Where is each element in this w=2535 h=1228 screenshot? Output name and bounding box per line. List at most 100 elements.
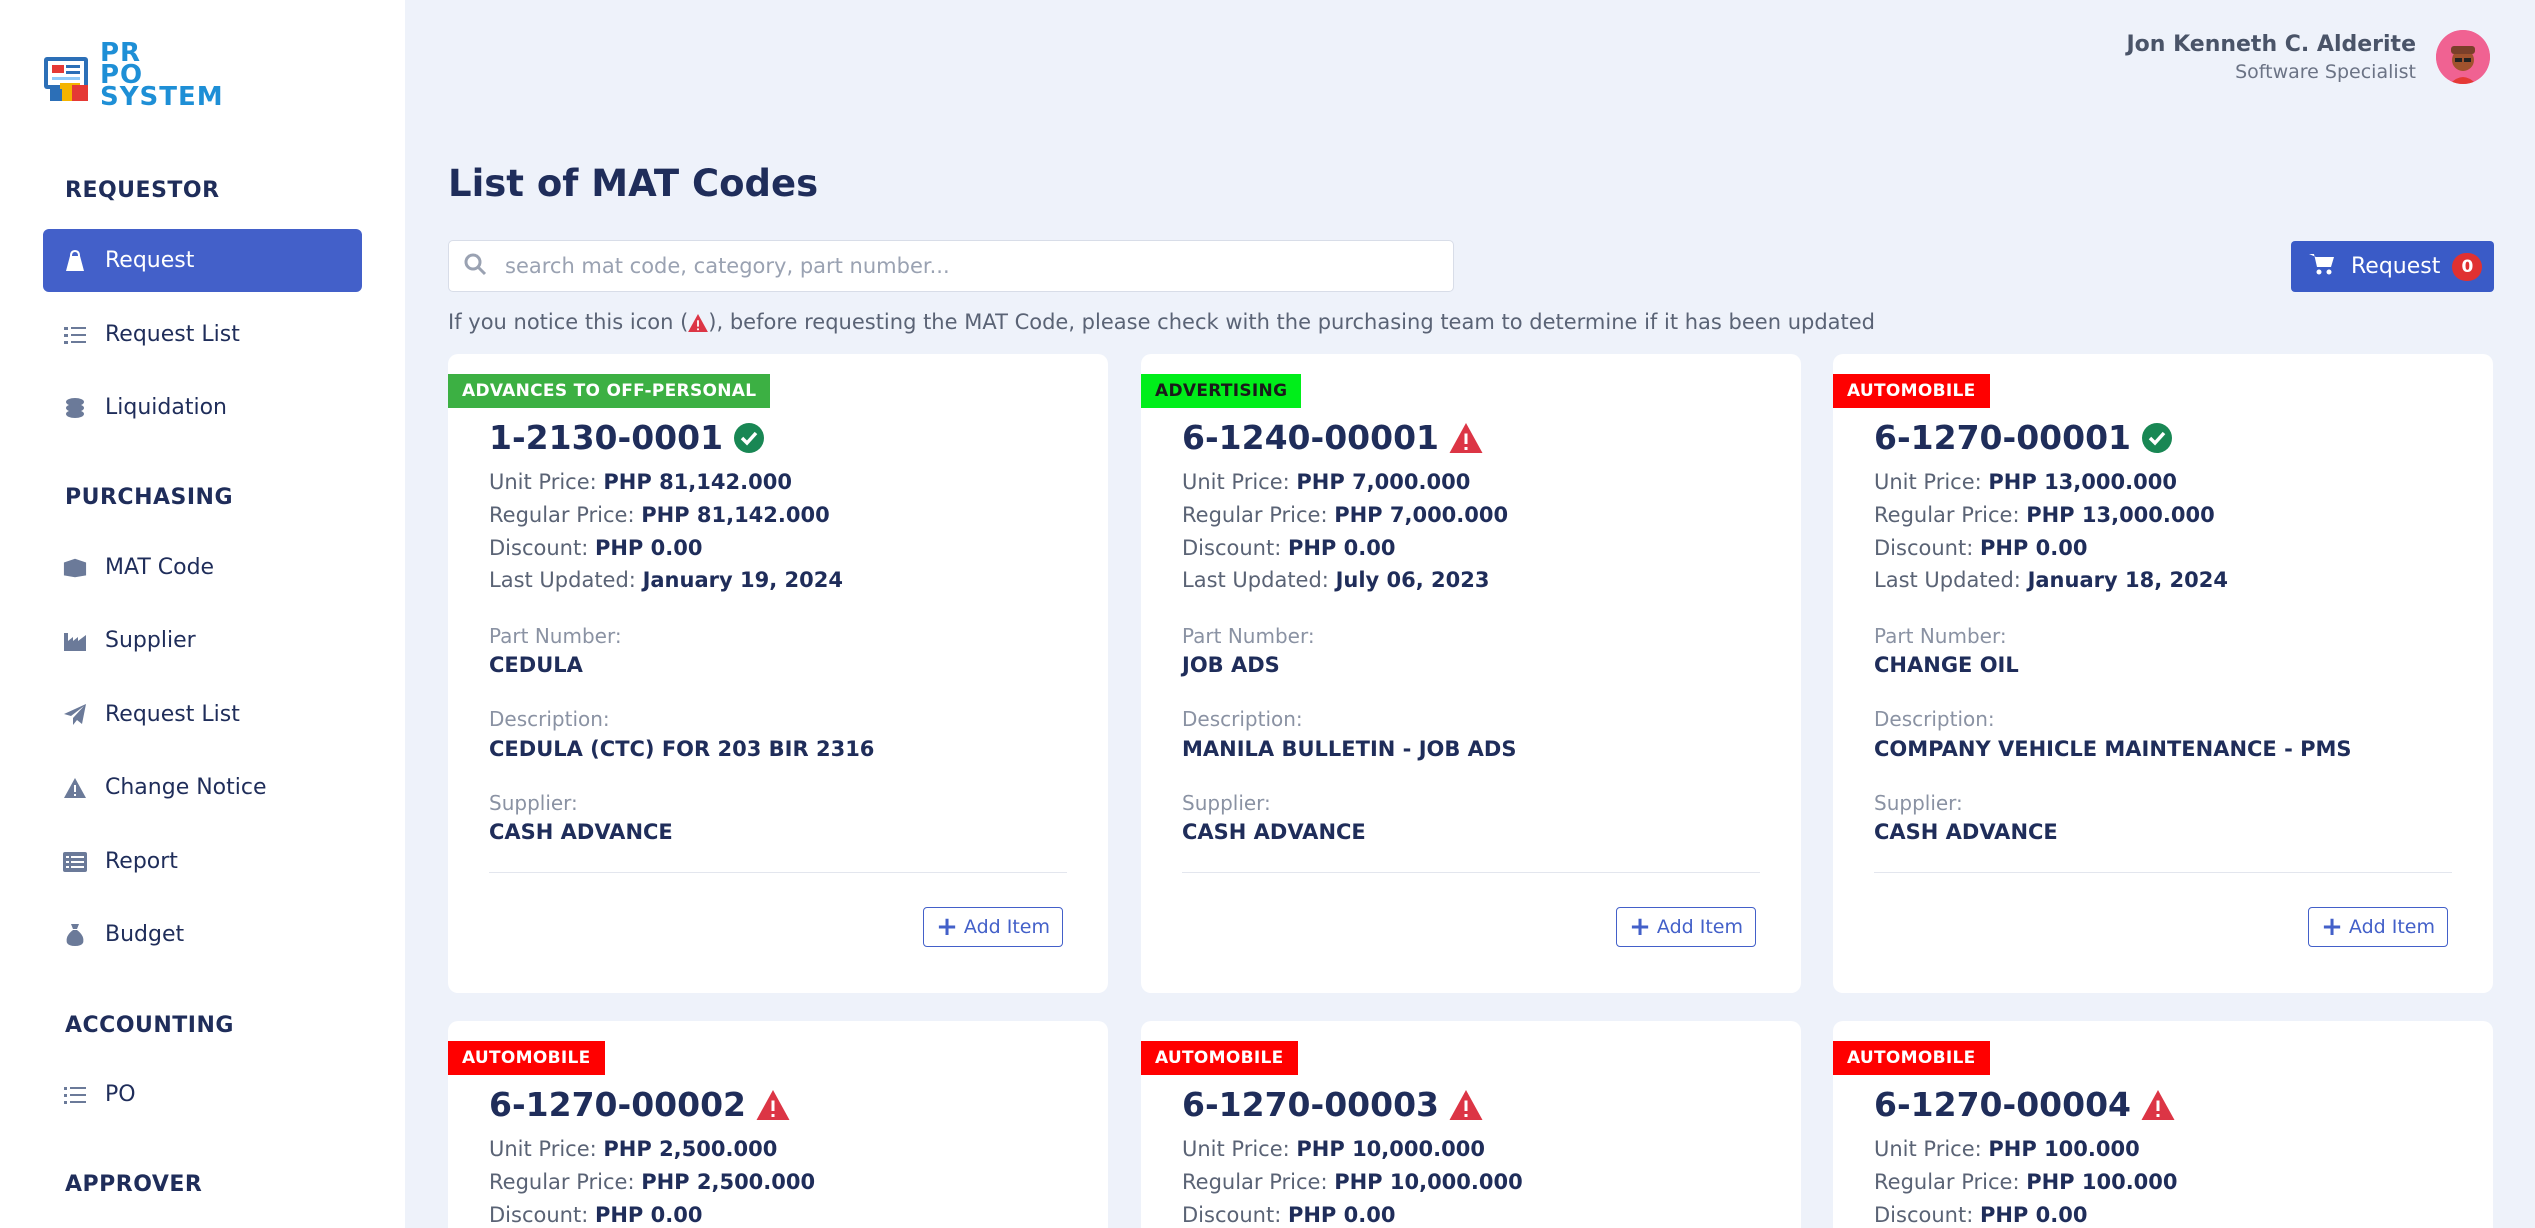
discount: Discount: PHP 0.00 bbox=[1182, 536, 1396, 560]
unit-price: Unit Price: PHP 81,142.000 bbox=[489, 470, 792, 494]
supplier-value: CASH ADVANCE bbox=[489, 820, 673, 844]
sidebar-item-label: Liquidation bbox=[105, 395, 227, 420]
add-item-button[interactable]: + Add Item bbox=[1616, 907, 1756, 947]
description-label: Description: bbox=[1874, 707, 1995, 731]
sidebar-item-report[interactable]: Report bbox=[43, 830, 362, 893]
unit-price: Unit Price: PHP 100.000 bbox=[1874, 1137, 2140, 1161]
unit-price: Unit Price: PHP 2,500.000 bbox=[489, 1137, 778, 1161]
discount: Discount: PHP 0.00 bbox=[1874, 536, 2088, 560]
sidebar-item-label: Change Notice bbox=[105, 775, 267, 800]
section-title-accounting: ACCOUNTING bbox=[65, 1013, 234, 1038]
mat-code-card: ADVANCES TO OFF-PERSONAL 1-2130-0001 Unit … bbox=[448, 354, 1108, 993]
sidebar-item-change-notice[interactable]: Change Notice bbox=[43, 756, 362, 819]
part-number-label: Part Number: bbox=[489, 624, 622, 648]
card-divider bbox=[1182, 872, 1760, 873]
money-bag-icon bbox=[63, 923, 87, 947]
plus-icon: + bbox=[936, 912, 958, 942]
sidebar-item-label: Supplier bbox=[105, 628, 196, 653]
supplier-value: CASH ADVANCE bbox=[1182, 820, 1366, 844]
paper-plane-icon bbox=[63, 703, 87, 727]
sidebar-item-label: Report bbox=[105, 849, 178, 874]
discount: Discount: PHP 0.00 bbox=[489, 536, 703, 560]
list-alt-icon bbox=[63, 850, 87, 874]
card-divider bbox=[489, 872, 1067, 873]
description-value: MANILA BULLETIN - JOB ADS bbox=[1182, 737, 1517, 761]
avatar[interactable] bbox=[2436, 30, 2490, 84]
last-updated: Last Updated: January 19, 2024 bbox=[489, 568, 843, 592]
sidebar-item-request-list[interactable]: Request List bbox=[43, 303, 362, 366]
app-logo[interactable]: PR PO SYSTEM bbox=[42, 40, 224, 110]
box-icon bbox=[63, 556, 87, 580]
sidebar: PR PO SYSTEM REQUESTOR Request Request L… bbox=[0, 0, 405, 1228]
coins-icon bbox=[63, 396, 87, 420]
discount: Discount: PHP 0.00 bbox=[489, 1203, 703, 1227]
factory-icon bbox=[63, 629, 87, 653]
bag-icon bbox=[63, 249, 87, 273]
sidebar-item-label: Request List bbox=[105, 322, 240, 347]
mat-code-card: ADVERTISING 6-1240-00001 Unit Price: PHP 7… bbox=[1141, 354, 1801, 993]
sidebar-item-label: PO bbox=[105, 1082, 136, 1107]
description-value: CEDULA (CTC) FOR 203 BIR 2316 bbox=[489, 737, 875, 761]
notice-before: If you notice this icon ( bbox=[448, 310, 689, 334]
list-icon bbox=[63, 1083, 87, 1107]
discount: Discount: PHP 0.00 bbox=[1874, 1203, 2088, 1227]
user-profile[interactable]: Jon Kenneth C. Alderite Software Special… bbox=[2126, 30, 2490, 84]
last-updated: Last Updated: July 06, 2023 bbox=[1182, 568, 1490, 592]
warning-icon bbox=[63, 776, 87, 800]
category-tag: AUTOMOBILE bbox=[1141, 1041, 1298, 1075]
category-tag: AUTOMOBILE bbox=[1833, 374, 1990, 408]
mat-code: 1-2130-0001 bbox=[489, 418, 724, 457]
mat-code: 6-1270-00001 bbox=[1874, 418, 2132, 457]
user-name: Jon Kenneth C. Alderite bbox=[2126, 31, 2416, 57]
part-number-label: Part Number: bbox=[1874, 624, 2007, 648]
sidebar-item-mat-code[interactable]: MAT Code bbox=[43, 536, 362, 599]
add-item-label: Add Item bbox=[963, 916, 1050, 938]
sidebar-item-supplier[interactable]: Supplier bbox=[43, 609, 362, 672]
sidebar-item-request[interactable]: Request bbox=[43, 229, 362, 292]
description-label: Description: bbox=[1182, 707, 1303, 731]
warning-icon bbox=[756, 1089, 790, 1120]
warning-icon bbox=[1449, 1089, 1483, 1120]
search-bar[interactable] bbox=[448, 240, 1454, 292]
sidebar-item-liquidation[interactable]: Liquidation bbox=[43, 376, 362, 439]
supplier-label: Supplier: bbox=[1874, 791, 1963, 815]
category-tag: ADVERTISING bbox=[1141, 374, 1302, 408]
regular-price: Regular Price: PHP 81,142.000 bbox=[489, 503, 830, 527]
search-icon bbox=[463, 252, 487, 280]
mat-code-card: AUTOMOBILE 6-1270-00002 Unit Price: PHP 2,… bbox=[448, 1021, 1108, 1228]
verified-check-icon bbox=[733, 422, 765, 454]
sidebar-item-purchasing-request-list[interactable]: Request List bbox=[43, 683, 362, 746]
supplier-label: Supplier: bbox=[489, 791, 578, 815]
warning-icon bbox=[1449, 422, 1483, 453]
add-item-button[interactable]: + Add Item bbox=[2308, 907, 2448, 947]
mat-code: 6-1270-00003 bbox=[1182, 1085, 1440, 1124]
discount: Discount: PHP 0.00 bbox=[1182, 1203, 1396, 1227]
supplier-value: CASH ADVANCE bbox=[1874, 820, 2058, 844]
add-item-label: Add Item bbox=[1656, 916, 1743, 938]
description-label: Description: bbox=[489, 707, 610, 731]
plus-icon: + bbox=[2321, 912, 2343, 942]
plus-icon: + bbox=[1629, 912, 1651, 942]
unit-price: Unit Price: PHP 13,000.000 bbox=[1874, 470, 2177, 494]
mat-code: 6-1240-00001 bbox=[1182, 418, 1440, 457]
page-title: List of MAT Codes bbox=[448, 162, 819, 205]
regular-price: Regular Price: PHP 2,500.000 bbox=[489, 1170, 816, 1194]
mat-code-card: AUTOMOBILE 6-1270-00004 Unit Price: PHP 10… bbox=[1833, 1021, 2493, 1228]
mat-code-card: AUTOMOBILE 6-1270-00003 Unit Price: PHP 10… bbox=[1141, 1021, 1801, 1228]
warning-icon bbox=[688, 313, 709, 337]
sidebar-item-budget[interactable]: Budget bbox=[43, 903, 362, 966]
notice-after: ), before requesting the MAT Code, pleas… bbox=[708, 310, 1876, 334]
search-input[interactable] bbox=[505, 254, 1405, 278]
sidebar-item-po[interactable]: PO bbox=[43, 1063, 362, 1126]
add-item-button[interactable]: + Add Item bbox=[923, 907, 1063, 947]
supplier-label: Supplier: bbox=[1182, 791, 1271, 815]
section-title-approver: APPROVER bbox=[65, 1172, 203, 1197]
warning-icon bbox=[2141, 1089, 2175, 1120]
request-button-label: Request bbox=[2351, 254, 2441, 279]
mat-code: 6-1270-00004 bbox=[1874, 1085, 2132, 1124]
request-cart-button[interactable]: Request 0 bbox=[2291, 241, 2494, 292]
add-item-label: Add Item bbox=[2348, 916, 2435, 938]
notice-text: If you notice this icon ( ), before reque… bbox=[448, 310, 1875, 337]
last-updated: Last Updated: January 18, 2024 bbox=[1874, 568, 2228, 592]
section-title-purchasing: PURCHASING bbox=[65, 485, 234, 510]
